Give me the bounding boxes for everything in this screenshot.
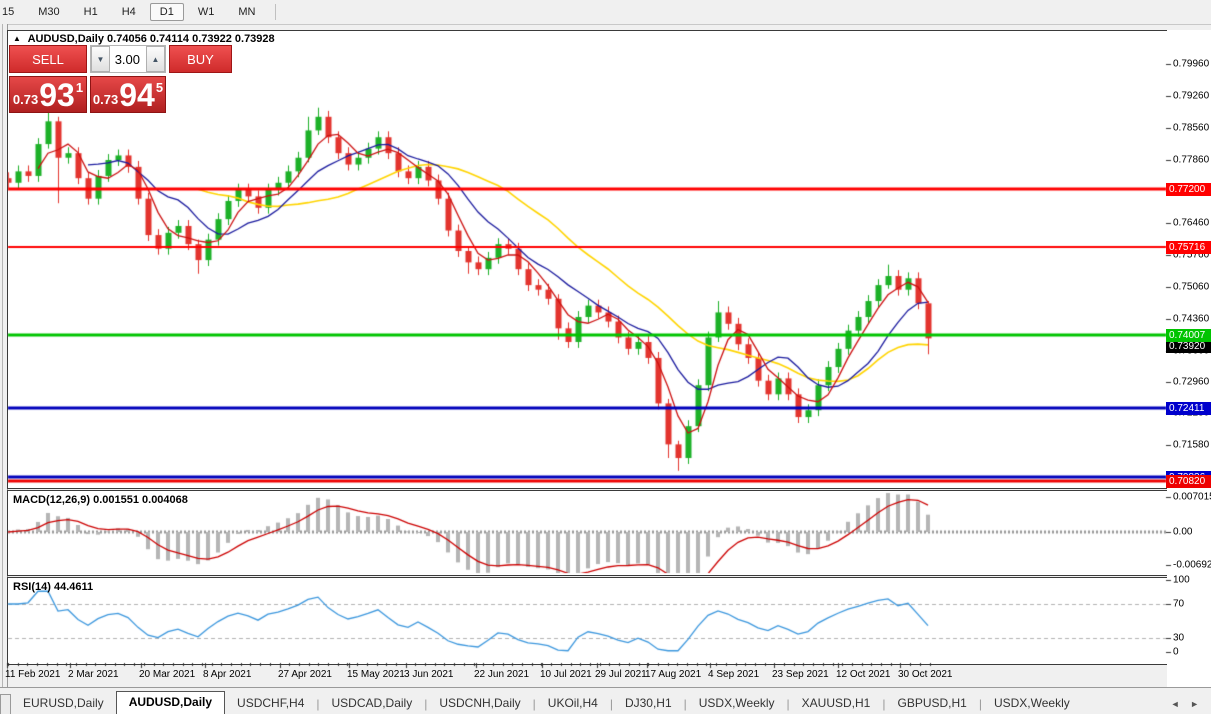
- tab-scroll-nav: ◄ ►: [1167, 699, 1203, 714]
- date-axis-label: 11 Feb 2021: [5, 669, 61, 680]
- sell-price-prefix: 0.73: [12, 92, 39, 107]
- date-axis-label: 30 Oct 2021: [898, 669, 953, 680]
- price-axis-label: 0.77860: [1173, 154, 1210, 166]
- chart-tab-eurusd-daily[interactable]: EURUSD,Daily: [11, 693, 116, 714]
- rsi-axis-label: 70: [1173, 598, 1185, 610]
- macd-axis-label: -0.006923: [1173, 559, 1211, 571]
- date-axis-label: 12 Oct 2021: [836, 669, 891, 680]
- price-level-tag: 0.70820: [1166, 475, 1211, 488]
- price-axis-label: 0.74360: [1173, 313, 1210, 325]
- rsi-axis-label: 0: [1173, 646, 1179, 658]
- date-axis-label: 3 Jun 2021: [404, 669, 454, 680]
- price-axis-label: 0.78560: [1173, 122, 1210, 134]
- sell-price-button[interactable]: 0.73 93 1: [9, 76, 87, 113]
- rsi-indicator-label: RSI(14) 44.4611: [13, 581, 94, 593]
- macd-axis-label: 0.007015: [1173, 491, 1211, 503]
- price-level-tag: 0.72411: [1166, 402, 1211, 415]
- volume-decrease-button[interactable]: ▼: [91, 46, 110, 72]
- price-level-tag: 0.77200: [1166, 183, 1211, 196]
- date-axis-label: 29 Jul 2021: [595, 669, 647, 680]
- macd-indicator-label: MACD(12,26,9) 0.001551 0.004068: [13, 494, 188, 506]
- buy-button[interactable]: BUY: [169, 45, 232, 73]
- price-axis-label: 0.75060: [1173, 281, 1210, 293]
- tab-scroll-left-icon[interactable]: ◄: [1171, 699, 1180, 709]
- date-axis-label: 27 Apr 2021: [278, 669, 332, 680]
- chart-tab-bar: EURUSD,Daily AUDUSD,Daily USDCHF,H4 | USDCAD…: [0, 687, 1211, 714]
- chart-tab-usdx-weekly[interactable]: USDX,Weekly: [687, 693, 787, 714]
- chart-tab-usdchf-h4[interactable]: USDCHF,H4: [225, 693, 316, 714]
- rsi-axis-label: 30: [1173, 632, 1185, 644]
- chart-tab-audusd-daily[interactable]: AUDUSD,Daily: [115, 691, 226, 714]
- volume-spinner: ▼ ▲: [90, 45, 166, 73]
- price-axis-label: 0.71580: [1173, 439, 1210, 451]
- date-axis-label: 20 Mar 2021: [139, 669, 196, 680]
- price-axis-label: 0.76460: [1173, 217, 1210, 229]
- volume-increase-button[interactable]: ▲: [146, 46, 165, 72]
- date-axis-label: 4 Sep 2021: [708, 669, 760, 680]
- price-level-tag: 0.75716: [1166, 241, 1211, 254]
- sell-button[interactable]: SELL: [9, 45, 87, 73]
- chart-tab-usdx-weekly[interactable]: USDX,Weekly: [982, 693, 1082, 714]
- triangle-icon: ▲: [13, 34, 21, 43]
- chart-tab-ukoil-h4[interactable]: UKOil,H4: [536, 693, 610, 714]
- chart-ohlc-values: 0.74056 0.74114 0.73922 0.73928: [107, 33, 275, 45]
- date-axis-label: 15 May 2021: [347, 669, 405, 680]
- date-axis-label: 8 Apr 2021: [203, 669, 252, 680]
- trading-terminal-window: 15M30H1H4D1W1MN ▲ AUDUSD,Daily 0.74056 0…: [0, 0, 1211, 714]
- buy-price-prefix: 0.73: [92, 92, 119, 107]
- volume-input[interactable]: [110, 46, 146, 72]
- date-axis-label: 23 Sep 2021: [772, 669, 829, 680]
- macd-axis-label: 0.00: [1173, 526, 1193, 538]
- chart-tab-dj30-h1[interactable]: DJ30,H1: [613, 693, 684, 714]
- tab-scroll-right-icon[interactable]: ►: [1190, 699, 1199, 709]
- price-axis-label: 0.72960: [1173, 376, 1210, 388]
- buy-price-button[interactable]: 0.73 94 5: [90, 76, 166, 113]
- chart-tab-gbpusd-h1[interactable]: GBPUSD,H1: [885, 693, 978, 714]
- sell-price-pip: 1: [75, 80, 84, 95]
- date-axis-label: 2 Mar 2021: [68, 669, 119, 680]
- date-axis-label: 10 Jul 2021: [540, 669, 592, 680]
- tab-stub[interactable]: [0, 694, 11, 714]
- chart-tabs: EURUSD,Daily AUDUSD,Daily USDCHF,H4 | USDCAD…: [11, 691, 1082, 714]
- one-click-trading-widget: SELL ▼ ▲ BUY 0.73 93 1 0.73 94 5: [9, 45, 232, 113]
- chart-symbol: AUDUSD,Daily: [27, 33, 104, 45]
- chart-tab-usdcnh-daily[interactable]: USDCNH,Daily: [427, 693, 532, 714]
- chart-tab-xauusd-h1[interactable]: XAUUSD,H1: [790, 693, 883, 714]
- buy-price-pip: 5: [155, 80, 164, 95]
- price-axis-label: 0.79260: [1173, 90, 1210, 102]
- price-level-tag: 0.74007: [1166, 329, 1211, 342]
- buy-price-main: 94: [119, 76, 155, 113]
- sell-price-main: 93: [39, 76, 75, 113]
- date-axis-label: 22 Jun 2021: [474, 669, 530, 680]
- rsi-axis-label: 100: [1173, 574, 1190, 586]
- chart-tab-usdcad-daily[interactable]: USDCAD,Daily: [320, 693, 425, 714]
- date-axis-label: 17 Aug 2021: [645, 669, 702, 680]
- chart-title: ▲ AUDUSD,Daily 0.74056 0.74114 0.73922 0…: [13, 33, 275, 45]
- price-axis-label: 0.79960: [1173, 58, 1210, 70]
